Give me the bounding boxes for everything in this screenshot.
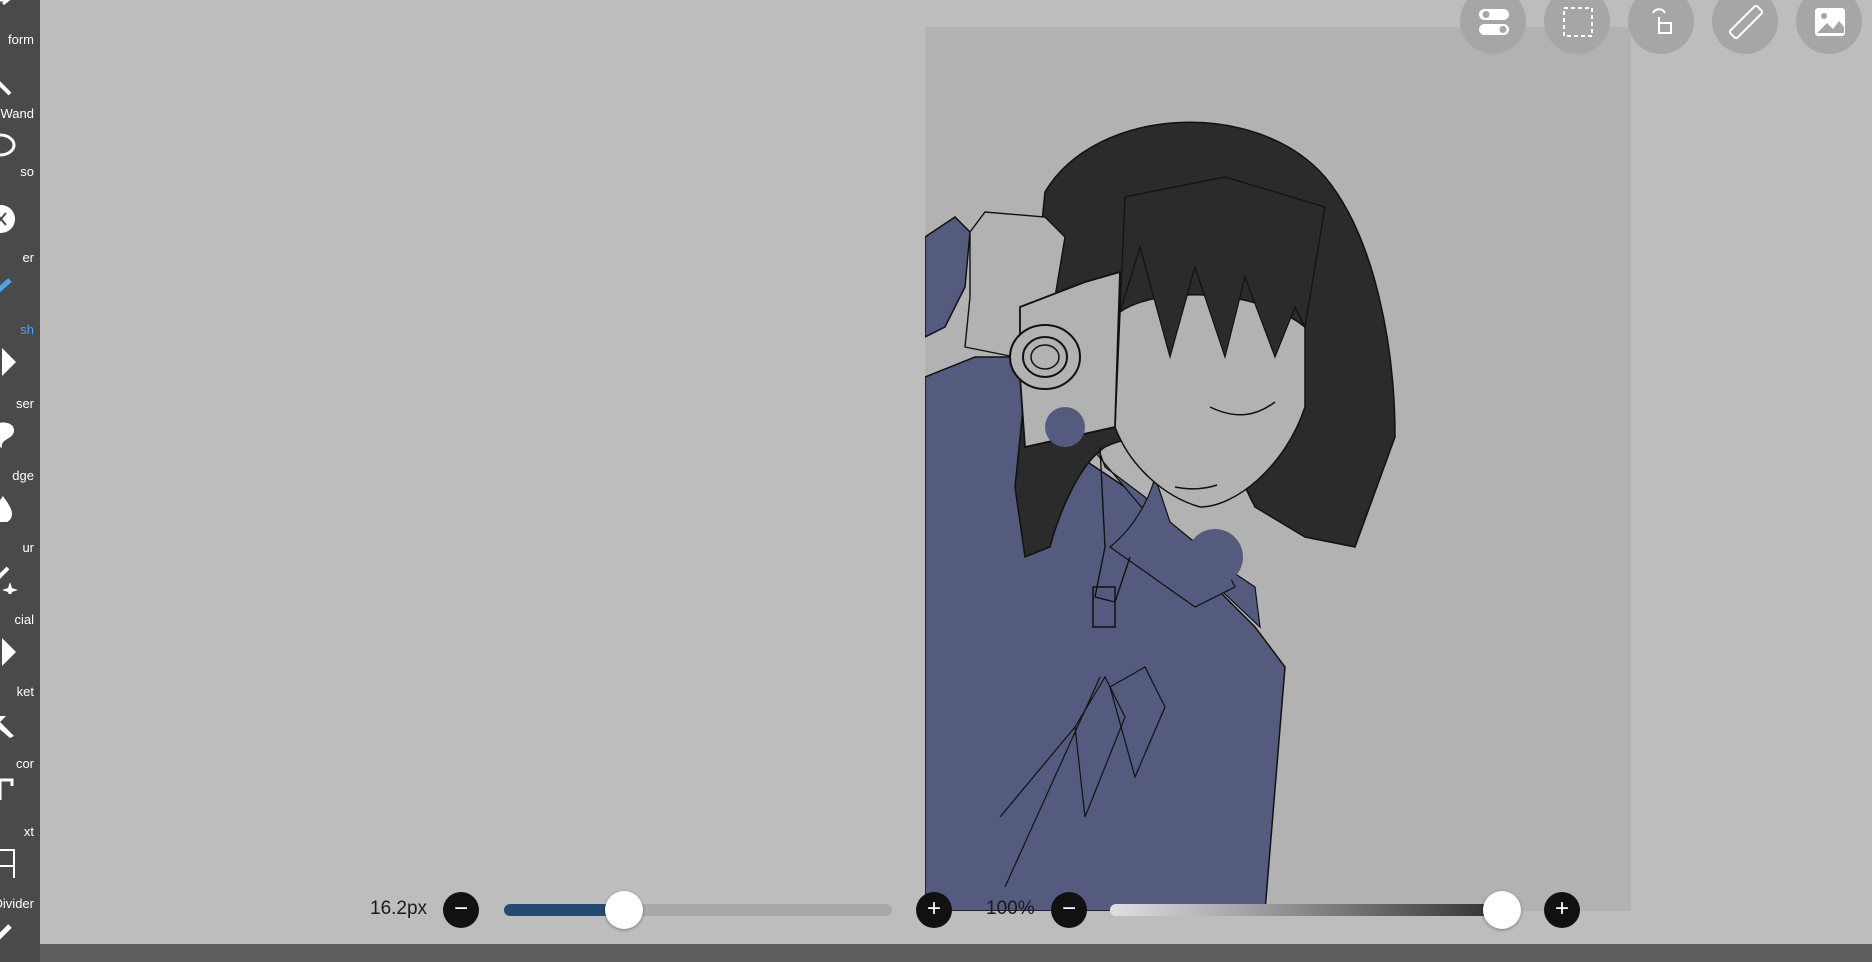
tool-label: xt (23, 824, 34, 839)
tool-label: sh (20, 322, 34, 337)
blur-icon (0, 496, 12, 522)
tool-label: cial (14, 612, 34, 627)
brush-icon (0, 278, 12, 293)
selection-button[interactable] (1544, 0, 1610, 54)
minus-icon: − (1061, 895, 1076, 922)
tool-label: so (20, 164, 34, 179)
tool-label: Wand (0, 106, 34, 121)
bucket-icon (2, 638, 16, 666)
increase-size-button[interactable]: + (916, 892, 952, 928)
increase-opacity-button[interactable]: + (1544, 892, 1580, 928)
tool-special[interactable]: cial (0, 564, 40, 627)
tool-magic-wand[interactable]: Wand (0, 72, 40, 132)
plus-icon: + (1554, 895, 1569, 922)
toggle-button[interactable] (1460, 0, 1526, 54)
brush-size-value: 16.2px (370, 898, 428, 919)
tool-label: ser (15, 396, 34, 411)
tool-bucket[interactable]: ket (0, 636, 40, 699)
smudge-icon (0, 422, 14, 448)
opacity-slider-knob[interactable] (1483, 891, 1521, 929)
brush-opacity-value: 100% (986, 898, 1035, 919)
decrease-opacity-button[interactable]: − (1051, 892, 1087, 928)
color-picker-icon (0, 716, 14, 738)
transform-icon (0, 0, 11, 6)
minus-icon: − (453, 895, 468, 922)
tool-sidebar: form Wand so er sh ser dge ur cial ket c… (0, 0, 40, 962)
frame-divider-icon (0, 849, 15, 878)
tool-blur[interactable]: ur (0, 492, 40, 555)
opacity-slider-track[interactable] (1110, 891, 1521, 929)
touch-icon (1652, 8, 1672, 34)
tool-transform[interactable]: form (0, 0, 40, 60)
plus-icon: + (926, 895, 941, 922)
brush-slider-bar: 16.2px − + 100% − + (0, 890, 1872, 930)
size-slider-knob[interactable] (605, 891, 644, 929)
ruler-icon (1729, 5, 1763, 39)
drawing-canvas[interactable] (925, 27, 1631, 911)
top-action-bar (1460, 0, 1872, 56)
magic-wand-icon (0, 81, 12, 96)
tool-text[interactable]: xt (0, 776, 40, 839)
tool-filter[interactable]: er (0, 204, 40, 265)
size-slider-track[interactable] (504, 891, 892, 929)
filter-icon (0, 205, 15, 233)
special-icon (0, 566, 18, 594)
selection-icon (1563, 7, 1593, 37)
ruler-button[interactable] (1712, 0, 1778, 54)
image-icon (1815, 8, 1845, 36)
tool-smudge[interactable]: dge (0, 418, 40, 483)
touch-button[interactable] (1628, 0, 1694, 54)
bottom-bar (40, 944, 1872, 962)
tool-label: er (22, 250, 34, 265)
artwork (925, 121, 1396, 911)
image-button[interactable] (1796, 0, 1862, 54)
text-icon (0, 778, 14, 800)
eraser-icon (2, 348, 16, 376)
tool-eraser[interactable]: ser (0, 346, 40, 411)
tool-label: ur (22, 540, 34, 555)
tool-label: dge (12, 468, 34, 483)
lasso-icon (0, 133, 16, 157)
tool-brush[interactable]: sh (0, 272, 40, 337)
tool-label: cor (15, 756, 34, 771)
tool-label: form (8, 32, 34, 47)
decrease-size-button[interactable]: − (443, 892, 479, 928)
tool-color-picker[interactable]: cor (0, 710, 40, 771)
tool-lasso[interactable]: so (0, 130, 40, 190)
tool-label: ket (16, 684, 34, 699)
toggle-icon (1479, 9, 1509, 35)
